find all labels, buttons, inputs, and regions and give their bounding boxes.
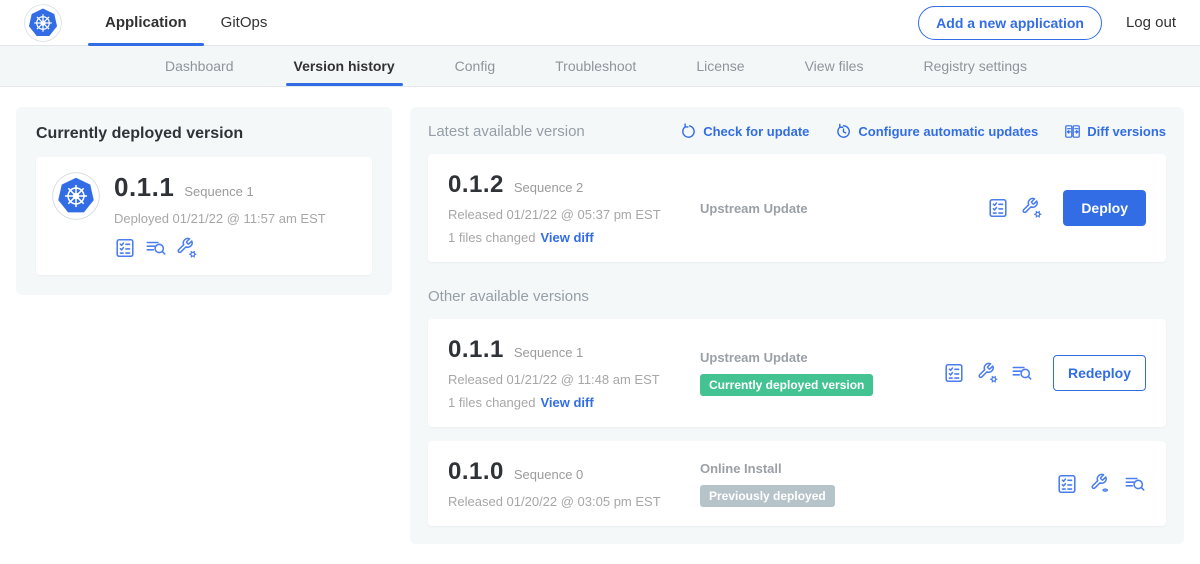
currently-deployed-panel: Currently deployed version 0.1.1 Sequenc… — [16, 107, 392, 295]
app-header: Application GitOps Add a new application… — [0, 0, 1200, 46]
sequence-label: Sequence 0 — [514, 467, 583, 482]
subnav-item-troubleshoot[interactable]: Troubleshoot — [525, 46, 666, 86]
tab-application[interactable]: Application — [88, 0, 204, 45]
view-config-icon[interactable] — [1090, 473, 1112, 495]
deploy-button[interactable]: Deploy — [1063, 190, 1146, 226]
subnav-item-license[interactable]: License — [666, 46, 774, 86]
preflight-checklist-icon[interactable] — [943, 362, 965, 384]
other-available-versions-title: Other available versions — [428, 288, 1166, 305]
sequence-label: Sequence 2 — [514, 180, 583, 195]
tab-gitops[interactable]: GitOps — [204, 0, 285, 45]
version-row-0-1-2: 0.1.2 Sequence 2 Released 01/21/22 @ 05:… — [428, 154, 1166, 262]
version-history-panel: Latest available version Check for updat… — [410, 107, 1184, 544]
currently-deployed-badge: Currently deployed version — [700, 374, 873, 396]
released-timestamp: Released 01/20/22 @ 03:05 pm EST — [448, 494, 700, 509]
edit-config-icon[interactable] — [1021, 197, 1043, 219]
check-for-update-label: Check for update — [703, 124, 809, 139]
currently-deployed-title: Currently deployed version — [36, 125, 372, 143]
subnav-item-version-history[interactable]: Version history — [264, 46, 425, 86]
preflight-checklist-icon[interactable] — [114, 237, 136, 259]
version-row-0-1-1: 0.1.1 Sequence 1 Released 01/21/22 @ 11:… — [428, 319, 1166, 427]
files-changed-label: 1 files changed — [448, 395, 535, 410]
deployed-version-number: 0.1.1 — [114, 172, 174, 203]
app-avatar-kubernetes-logo — [52, 172, 100, 220]
subnav-item-view-files[interactable]: View files — [775, 46, 894, 86]
tab-application-label: Application — [105, 14, 187, 31]
version-source-label: Upstream Update — [700, 350, 943, 365]
previously-deployed-badge: Previously deployed — [700, 485, 835, 507]
view-logs-icon[interactable] — [145, 237, 167, 259]
preflight-checklist-icon[interactable] — [987, 197, 1009, 219]
released-timestamp: Released 01/21/22 @ 05:37 pm EST — [448, 207, 700, 222]
auto-update-icon — [835, 123, 852, 140]
app-subnav: Dashboard Version history Config Trouble… — [0, 46, 1200, 87]
latest-available-title: Latest available version — [428, 123, 585, 140]
version-number: 0.1.0 — [448, 458, 504, 486]
preflight-checklist-icon[interactable] — [1056, 473, 1078, 495]
edit-config-icon[interactable] — [977, 362, 999, 384]
logout-button[interactable]: Log out — [1126, 14, 1176, 31]
edit-config-icon[interactable] — [176, 237, 198, 259]
diff-versions-label: Diff versions — [1087, 124, 1166, 139]
subnav-item-registry-settings[interactable]: Registry settings — [893, 46, 1056, 86]
deployed-timestamp: Deployed 01/21/22 @ 11:57 am EST — [114, 211, 326, 226]
view-diff-link[interactable]: View diff — [540, 395, 593, 410]
diff-versions-button[interactable]: Diff versions — [1064, 123, 1166, 140]
sequence-label: Sequence 1 — [514, 345, 583, 360]
check-for-update-button[interactable]: Check for update — [680, 123, 809, 140]
subnav-item-dashboard[interactable]: Dashboard — [135, 46, 264, 86]
deployed-version-card: 0.1.1 Sequence 1 Deployed 01/21/22 @ 11:… — [36, 157, 372, 275]
files-changed-label: 1 files changed — [448, 230, 535, 245]
redeploy-button[interactable]: Redeploy — [1053, 355, 1146, 391]
kubernetes-logo — [24, 4, 62, 42]
version-source-label: Online Install — [700, 461, 1056, 476]
add-application-button[interactable]: Add a new application — [918, 6, 1102, 40]
configure-automatic-updates-label: Configure automatic updates — [858, 124, 1038, 139]
tab-gitops-label: GitOps — [221, 14, 268, 31]
header-tabs: Application GitOps — [88, 0, 284, 45]
view-diff-link[interactable]: View diff — [540, 230, 593, 245]
view-logs-icon[interactable] — [1011, 362, 1033, 384]
subnav-item-config[interactable]: Config — [425, 46, 525, 86]
configure-automatic-updates-button[interactable]: Configure automatic updates — [835, 123, 1038, 140]
version-number: 0.1.1 — [448, 336, 504, 364]
version-number: 0.1.2 — [448, 171, 504, 199]
refresh-icon — [680, 123, 697, 140]
version-row-0-1-0: 0.1.0 Sequence 0 Released 01/20/22 @ 03:… — [428, 441, 1166, 526]
view-logs-icon[interactable] — [1124, 473, 1146, 495]
main-content: Currently deployed version 0.1.1 Sequenc… — [0, 87, 1200, 564]
version-source-label: Upstream Update — [700, 201, 987, 216]
released-timestamp: Released 01/21/22 @ 11:48 am EST — [448, 372, 700, 387]
diff-icon — [1064, 123, 1081, 140]
deployed-sequence-label: Sequence 1 — [184, 184, 253, 199]
